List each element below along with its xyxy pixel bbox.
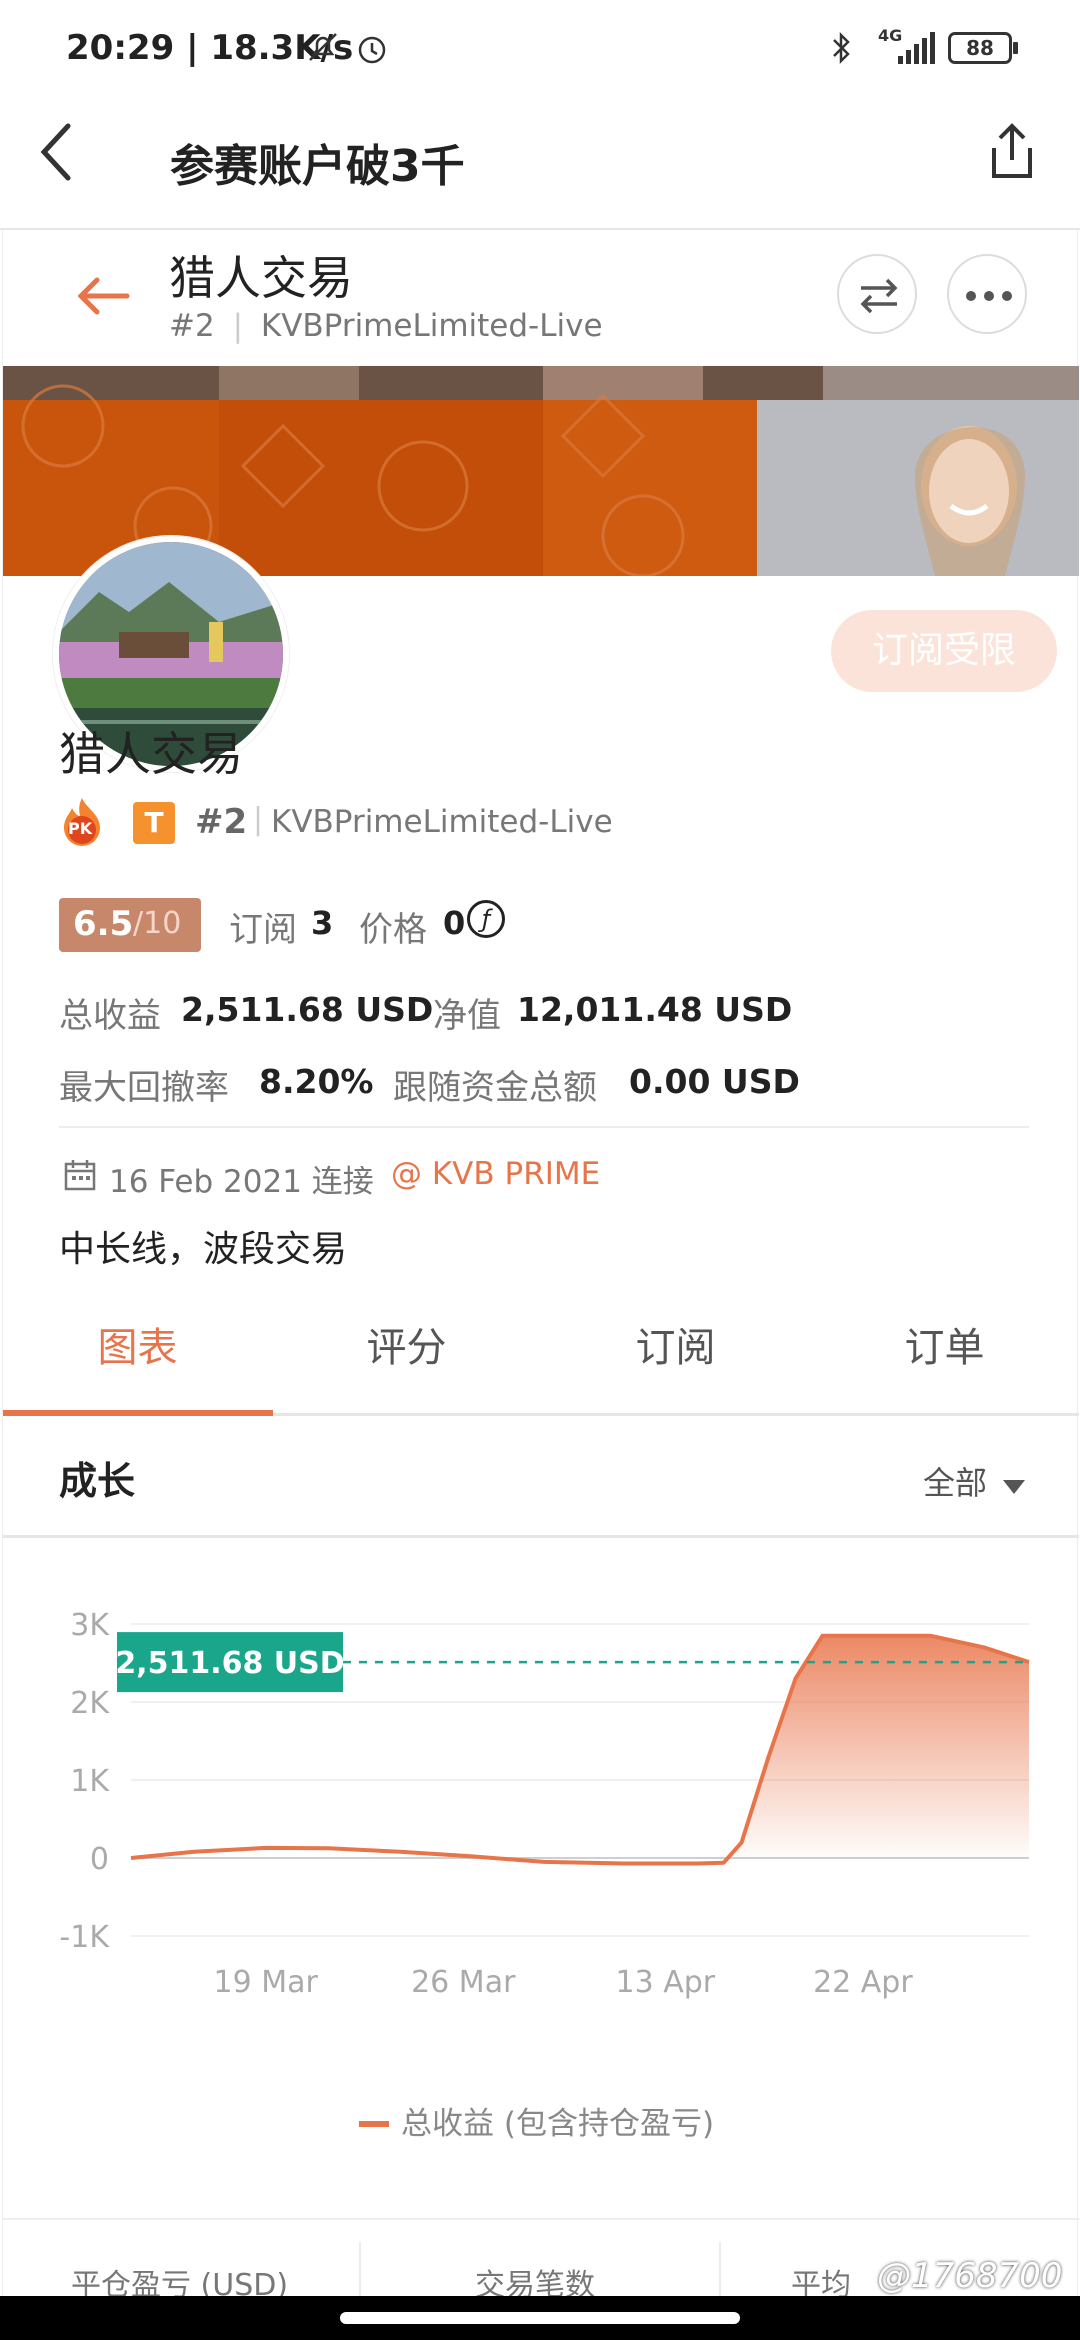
chart-svg: 3K 2K 1K 0 -1K 19 Mar 26 Mar 13 Apr 22 Apr 2,511.…	[59, 1608, 1030, 2142]
rating-max: /10	[133, 906, 182, 941]
price-label: 价格	[359, 910, 427, 950]
tab-subscribe[interactable]: 订阅	[541, 1280, 810, 1416]
max-drawdown-label: 最大回撤率	[59, 1068, 229, 1108]
mute-bell-icon	[309, 33, 337, 61]
x-tick-label: 22 Apr	[813, 1965, 913, 2000]
subscribe-count: 3	[311, 904, 334, 942]
trader-name: 猎人交易	[59, 727, 243, 781]
tab-orders-label: 订单	[904, 1325, 985, 1371]
total-profit-value: 2,511.68 USD	[181, 990, 434, 1029]
price-value: 0	[443, 904, 466, 942]
tab-rating-label: 评分	[366, 1325, 447, 1371]
net-value-label: 净值	[433, 996, 501, 1036]
legend-label: 总收益 (包含持仓盈亏)	[401, 2106, 714, 2142]
y-tick-label: 2K	[70, 1686, 110, 1721]
tab-subscribe-label: 订阅	[635, 1325, 716, 1371]
current-value-label: 2,511.68 USD	[115, 1646, 344, 1681]
follow-funds-label: 跟随资金总额	[393, 1068, 597, 1108]
battery-level: 88	[966, 36, 994, 60]
back-arrow-icon[interactable]	[75, 276, 131, 316]
more-button[interactable]	[947, 254, 1027, 334]
divider	[59, 1126, 1029, 1128]
subscribe-limited-label: 订阅受限	[871, 630, 1016, 671]
t-badge: T	[133, 802, 175, 844]
tab-rating[interactable]: 评分	[272, 1280, 541, 1416]
growth-filter-dropdown[interactable]: 全部	[923, 1458, 1026, 1504]
trader-card: 猎人交易 #2 | KVBPrimeLimited-Live 订阅受限 猎人交易…	[2, 230, 1079, 2340]
pk-badge: PK	[59, 796, 105, 848]
status-bar: 20:29 | 18.3K/s 4G 88	[0, 0, 1080, 100]
growth-filter-value: 全部	[923, 1464, 988, 1502]
caret-down-icon	[1003, 1480, 1026, 1494]
max-drawdown-value: 8.20%	[259, 1062, 374, 1101]
coin-icon: ƒ	[467, 900, 505, 938]
bluetooth-icon	[833, 31, 850, 65]
growth-chart: 3K 2K 1K 0 -1K 19 Mar 26 Mar 13 Apr 22 Apr 2,511.…	[3, 1540, 1079, 2220]
stats-bottom-row: 平仓盈亏 (USD) 交易笔数 平均 @1768700	[3, 2222, 1079, 2303]
subscribe-count-label: 订阅	[229, 910, 297, 950]
swap-icon	[860, 278, 898, 314]
x-tick-label: 13 Apr	[616, 1965, 716, 2000]
t-badge-text: T	[144, 806, 164, 839]
subscribe-limited-button[interactable]: 订阅受限	[831, 610, 1057, 692]
battery-icon: 88	[948, 32, 1012, 64]
watermark: @1768700	[877, 2256, 1063, 2296]
pk-text: PK	[68, 819, 93, 838]
follow-funds-value: 0.00 USD	[629, 1062, 800, 1101]
more-dots-icon	[966, 291, 1012, 301]
tab-bar: 图表 评分 订阅 订单	[3, 1280, 1079, 1416]
header-broker: KVBPrimeLimited-Live	[260, 308, 603, 344]
y-tick-label: -1K	[59, 1920, 110, 1955]
calendar-icon	[64, 1160, 96, 1191]
switch-button[interactable]	[837, 254, 917, 334]
description: 中长线，波段交易	[59, 1229, 348, 1270]
page-title: 参赛账户破3千	[170, 141, 465, 192]
broker-link[interactable]: @ KVB PRIME	[391, 1156, 600, 1192]
tab-chart-label: 图表	[97, 1325, 178, 1371]
system-nav-bar	[0, 2296, 1080, 2340]
y-tick-label: 0	[90, 1842, 109, 1877]
tab-chart[interactable]: 图表	[3, 1280, 272, 1416]
app-bar: 参赛账户破3千	[0, 100, 1080, 230]
growth-title: 成长	[59, 1459, 136, 1503]
total-profit-label: 总收益	[59, 996, 161, 1036]
tab-orders[interactable]: 订单	[810, 1280, 1079, 1416]
header-rank: #2	[169, 308, 215, 344]
y-tick-label: 3K	[70, 1608, 110, 1643]
connected-date: 16 Feb 2021 连接	[109, 1164, 374, 1200]
rank: #2	[195, 802, 248, 842]
header-trader-name: 猎人交易	[169, 251, 353, 305]
back-icon[interactable]	[36, 120, 76, 184]
signal-icon	[898, 32, 935, 64]
alarm-icon	[358, 36, 386, 64]
share-icon[interactable]	[990, 122, 1034, 182]
home-indicator[interactable]	[340, 2312, 740, 2324]
rating-badge: 6.5 /10	[59, 898, 201, 952]
net-value-value: 12,011.48 USD	[517, 990, 793, 1029]
coin-symbol: ƒ	[481, 905, 491, 933]
growth-header: 成长 全部	[3, 1416, 1079, 1538]
x-tick-label: 19 Mar	[214, 1965, 319, 2000]
rating-value: 6.5	[73, 904, 134, 944]
broker-name: KVBPrimeLimited-Live	[271, 804, 613, 840]
x-tick-label: 26 Mar	[411, 1965, 516, 2000]
y-tick-label: 1K	[70, 1764, 110, 1799]
